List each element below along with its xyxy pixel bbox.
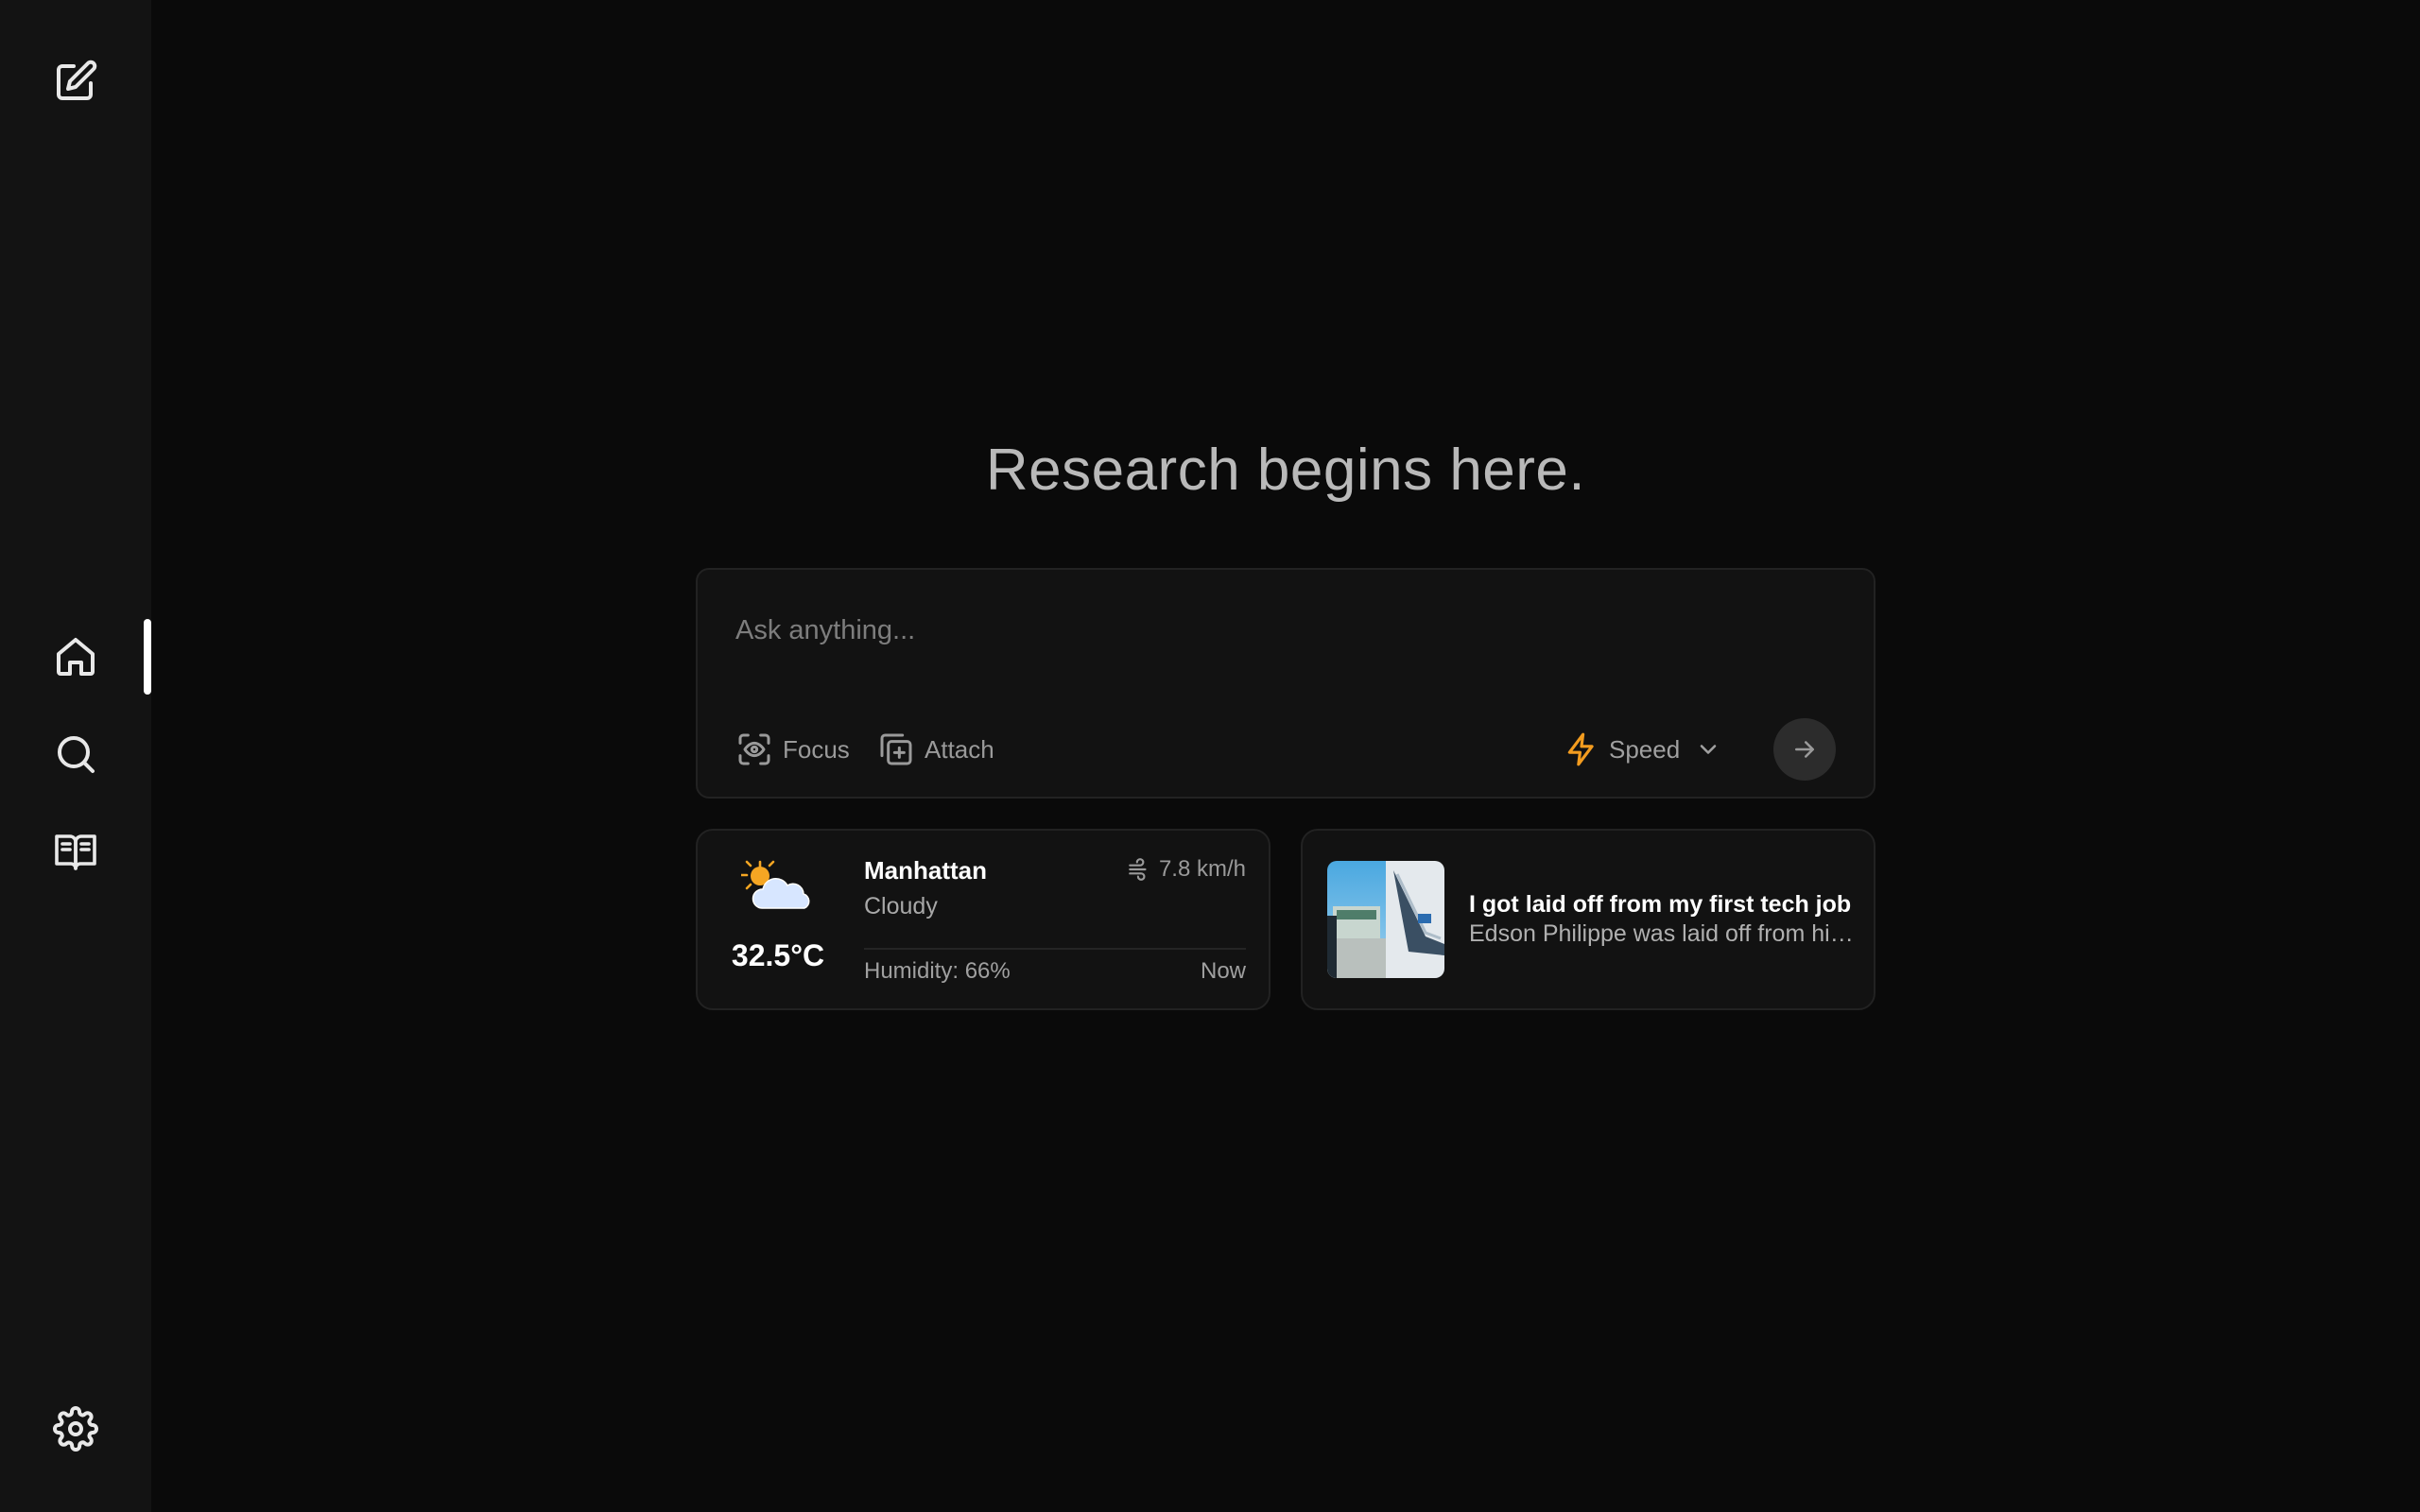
wind-icon <box>1129 858 1147 881</box>
weather-widget[interactable]: 32.5°C Manhattan 7.8 km/h Cloudy Humidit… <box>696 829 1270 1010</box>
search-icon <box>58 736 95 773</box>
page-title: Research begins here. <box>985 438 1586 503</box>
send-button[interactable] <box>1773 718 1836 781</box>
temperature: 32.5°C <box>731 938 825 972</box>
edit-icon <box>57 60 97 100</box>
weather-condition: Cloudy <box>864 893 938 919</box>
settings-button[interactable] <box>38 1391 113 1467</box>
chevron-down-icon <box>1700 745 1717 754</box>
news-thumbnail <box>1327 861 1444 978</box>
humidity: Humidity: 66% <box>864 958 1011 984</box>
lightning-icon <box>1567 732 1594 766</box>
book-open-icon <box>55 834 96 870</box>
updated-time: Now <box>1200 958 1246 984</box>
search-box: Focus Attach Speed <box>696 568 1876 799</box>
attach-plus-icon <box>880 733 912 765</box>
news-card[interactable]: I got laid off from my first tech job Ed… <box>1301 829 1876 1010</box>
attach-label: Attach <box>925 734 994 764</box>
new-chat-button[interactable] <box>38 43 113 119</box>
sidebar-item-home[interactable] <box>38 619 113 695</box>
search-input[interactable] <box>734 604 1830 657</box>
focus-button[interactable]: Focus <box>735 729 850 770</box>
wind-value: 7.8 km/h <box>1158 856 1246 882</box>
sun-cloud-icon <box>741 860 810 909</box>
city-name: Manhattan <box>864 856 987 885</box>
speed-label: Speed <box>1609 734 1681 764</box>
news-title: I got laid off from my first tech job <box>1469 891 1852 918</box>
focus-eye-icon <box>738 733 770 765</box>
gear-icon <box>53 1406 98 1452</box>
attach-button[interactable]: Attach <box>877 729 994 770</box>
speed-mode-dropdown[interactable]: Speed <box>1564 729 1721 770</box>
focus-label: Focus <box>783 734 850 764</box>
wind-speed: 7.8 km/h <box>1127 856 1246 883</box>
news-snippet: Edson Philippe was laid off from his fir… <box>1469 920 1858 947</box>
arrow-right-icon <box>1795 741 1814 758</box>
home-icon <box>57 638 95 676</box>
divider <box>864 948 1246 950</box>
active-indicator <box>144 619 151 695</box>
sidebar-item-discover[interactable] <box>38 716 113 792</box>
sidebar <box>0 0 151 1512</box>
sidebar-item-library[interactable] <box>38 814 113 889</box>
